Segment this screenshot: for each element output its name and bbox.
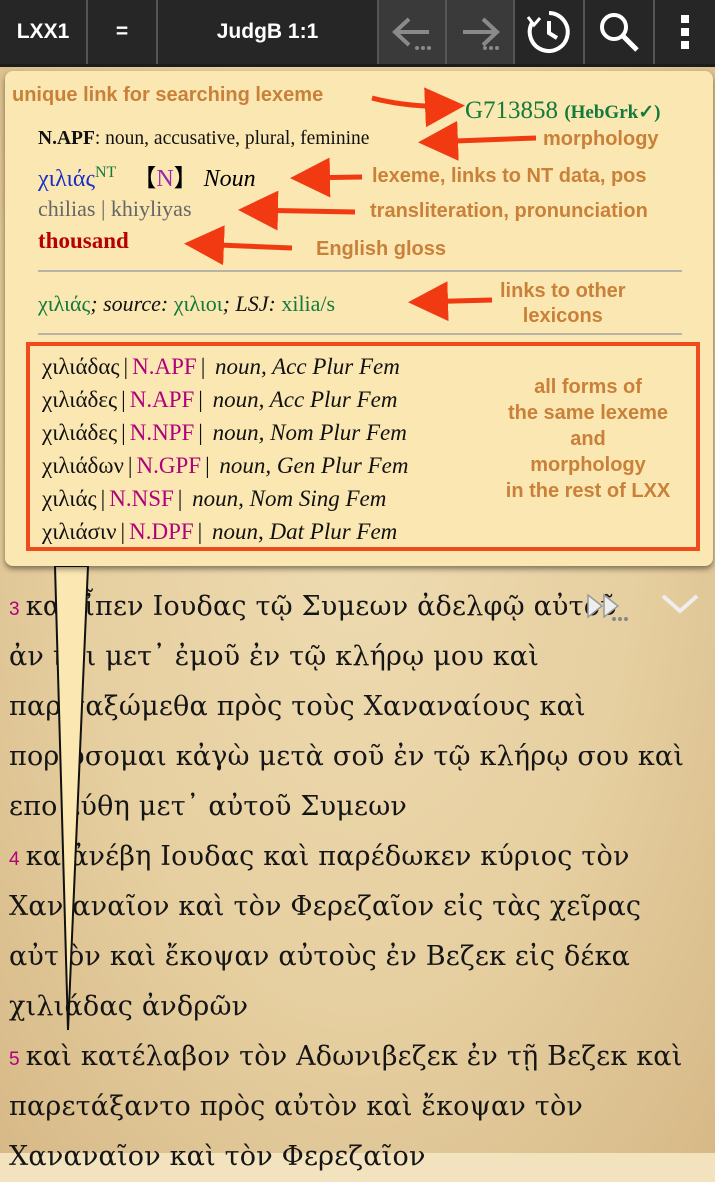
annotation-other-lexicons: links to other lexicons: [500, 280, 626, 328]
strongs-number[interactable]: G713858: [465, 97, 558, 124]
form-desc: noun, Dat Plur Fem: [212, 519, 398, 544]
pos-close: 】: [173, 166, 198, 192]
form-code: N.NSF: [109, 486, 174, 511]
form-desc: noun, Acc Plur Fem: [215, 354, 400, 379]
annotation-line: morphology: [530, 454, 646, 476]
form-row[interactable]: χιλιάσιν | N.DPF | noun, Dat Plur Fem: [42, 519, 397, 545]
lexeme-link-2[interactable]: χιλιάς: [38, 291, 90, 316]
form-row[interactable]: χιλιάδες | N.NPF | noun, Nom Plur Fem: [42, 420, 407, 446]
form-code: N.DPF: [129, 519, 194, 544]
form-word: χιλιάδες: [42, 420, 118, 445]
form-code: N.APF: [132, 354, 197, 379]
annotation-gloss: English gloss: [316, 238, 447, 260]
pronunciation: khiyliyas: [110, 196, 192, 221]
form-row[interactable]: χιλιάδας | N.APF | noun, Acc Plur Fem: [42, 354, 400, 380]
transliteration-line: chilias | khiyliyas: [38, 196, 192, 221]
hebgrk-tag: (HebGrk: [564, 102, 639, 123]
lexeme-line: χιλιάςNT 【N】 Noun: [38, 158, 256, 193]
annotation-line: and: [570, 428, 606, 450]
morph-code: N.APF: [38, 128, 95, 149]
divider: [38, 270, 682, 272]
english-gloss: thousand: [38, 228, 129, 253]
annotation-line: the same lexeme: [507, 402, 669, 424]
form-desc: noun, Acc Plur Fem: [212, 387, 398, 412]
annotation-unique-link: unique link for searching lexeme: [12, 84, 324, 106]
annotation-forms: all forms of the same lexeme and morphol…: [488, 374, 688, 504]
strongs-link[interactable]: G713858 (HebGrk✓): [465, 97, 660, 125]
form-desc: noun, Nom Plur Fem: [212, 420, 407, 445]
annotation-line: all forms of: [534, 376, 642, 398]
form-desc: noun, Nom Sing Fem: [192, 486, 387, 511]
form-word: χιλιάδας: [42, 354, 120, 379]
nt-link[interactable]: NT: [95, 164, 116, 181]
annotation-line: lexicons: [522, 305, 603, 327]
lexicon-links: χιλιάς; source: χιλιοι; LSJ: xilia/s: [38, 291, 335, 317]
lsj-label: ; LSJ:: [222, 291, 276, 316]
form-code: N.GPF: [136, 453, 202, 478]
divider: [38, 333, 682, 335]
morph-text: : noun, accusative, plural, feminine: [94, 128, 370, 149]
pos-word: Noun: [203, 166, 256, 192]
lsj-link[interactable]: xilia/s: [281, 291, 335, 316]
annotation-transliteration: transliteration, pronunciation: [370, 200, 648, 222]
annotation-line: links to other: [500, 280, 626, 302]
form-row[interactable]: χιλιάς | N.NSF | noun, Nom Sing Fem: [42, 486, 386, 512]
transliteration: chilias: [38, 196, 96, 221]
forms-list: χιλιάδας | N.APF | noun, Acc Plur Fem χιλιά…: [26, 342, 700, 551]
annotation-morphology: morphology: [543, 128, 659, 150]
form-code: N.NPF: [129, 420, 195, 445]
form-row[interactable]: χιλιάδες | N.APF | noun, Acc Plur Fem: [42, 387, 397, 413]
pos-code[interactable]: N: [156, 166, 173, 192]
source-link[interactable]: χιλιοι: [174, 291, 223, 316]
annotation-line: in the rest of LXX: [505, 480, 671, 502]
pos-open: 【: [132, 166, 157, 192]
form-word: χιλιάς: [42, 486, 97, 511]
form-code: N.APF: [129, 387, 195, 412]
form-word: χιλιάδες: [42, 387, 118, 412]
hebgrk-check: ✓): [638, 102, 661, 123]
source-label: ; source:: [90, 291, 169, 316]
form-row[interactable]: χιλιάδων | N.GPF | noun, Gen Plur Fem: [42, 453, 409, 479]
form-desc: noun, Gen Plur Fem: [219, 453, 409, 478]
form-word: χιλιάδων: [42, 453, 124, 478]
morphology-line: N.APF: noun, accusative, plural, feminin…: [38, 128, 369, 150]
lexeme-link[interactable]: χιλιάς: [38, 166, 95, 192]
form-word: χιλιάσιν: [42, 519, 117, 544]
annotation-lexeme: lexeme, links to NT data, pos: [372, 165, 647, 187]
